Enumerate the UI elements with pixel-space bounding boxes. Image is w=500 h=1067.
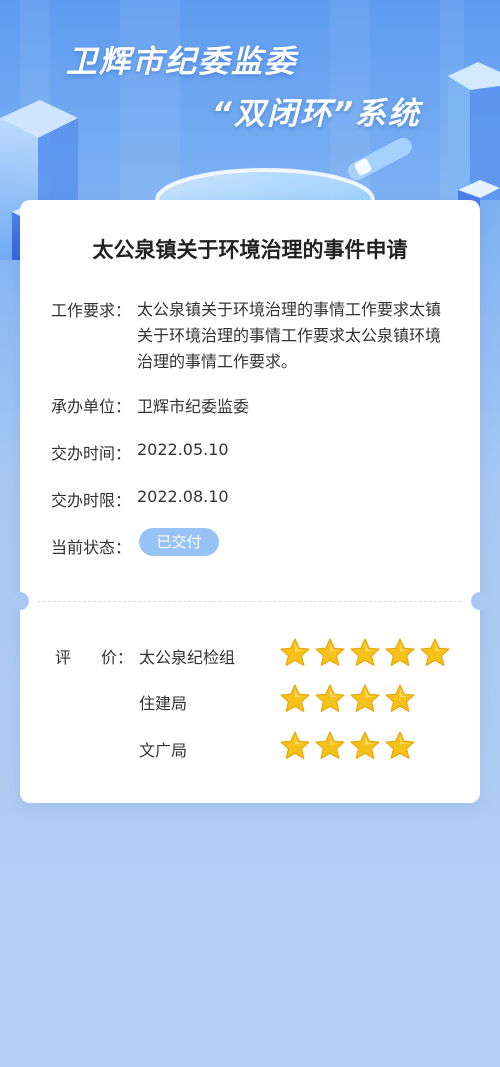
event-title: 太公泉镇关于环境治理的事件申请 — [92, 238, 408, 262]
evaluation-label: 评 价： — [55, 644, 133, 668]
star-icon — [349, 637, 381, 669]
star-icon — [279, 730, 311, 762]
assign-time-label: 交办时间： — [51, 444, 132, 463]
star-icon — [349, 730, 381, 762]
evaluation-org-3: 文广局 — [139, 741, 188, 760]
evaluation-label-part1: 评 — [55, 648, 72, 667]
assign-time-value: 2022.05.10 — [137, 440, 229, 459]
star-icon — [279, 683, 311, 715]
evaluation-org-1: 太公泉纪检组 — [139, 648, 236, 667]
star-icon — [384, 637, 416, 669]
ticket-notch-left — [11, 592, 29, 610]
star-icon — [349, 683, 381, 715]
banner-title-line2: “双闭环”系统 — [212, 96, 421, 132]
dashed-divider — [38, 601, 462, 602]
star-icon — [384, 683, 416, 715]
star-icon — [314, 637, 346, 669]
banner-title-line1: 卫辉市纪委监委 — [66, 44, 297, 80]
status-label: 当前状态： — [51, 538, 132, 557]
star-icon — [384, 730, 416, 762]
status-badge: 已交付 — [139, 528, 219, 556]
evaluation-org-2: 住建局 — [139, 694, 188, 713]
star-icon — [279, 637, 311, 669]
unit-value: 卫辉市纪委监委 — [137, 397, 250, 416]
evaluation-label-part2: 价： — [101, 648, 134, 667]
requirement-label: 工作要求： — [51, 301, 132, 320]
star-icon — [314, 683, 346, 715]
deadline-value: 2022.08.10 — [137, 487, 229, 506]
requirement-text: 太公泉镇关于环境治理的事情工作要求太镇关于环境治理的事情工作要求太公泉镇环境治理… — [137, 300, 442, 371]
deadline-label: 交办时限： — [51, 491, 132, 510]
event-detail-card: 太公泉镇关于环境治理的事件申请 工作要求： 太公泉镇关于环境治理的事情工作要求太… — [11, 200, 489, 803]
star-icon — [314, 730, 346, 762]
unit-label: 承办单位： — [51, 397, 132, 416]
star-icon — [419, 637, 451, 669]
ticket-notch-right — [471, 592, 489, 610]
